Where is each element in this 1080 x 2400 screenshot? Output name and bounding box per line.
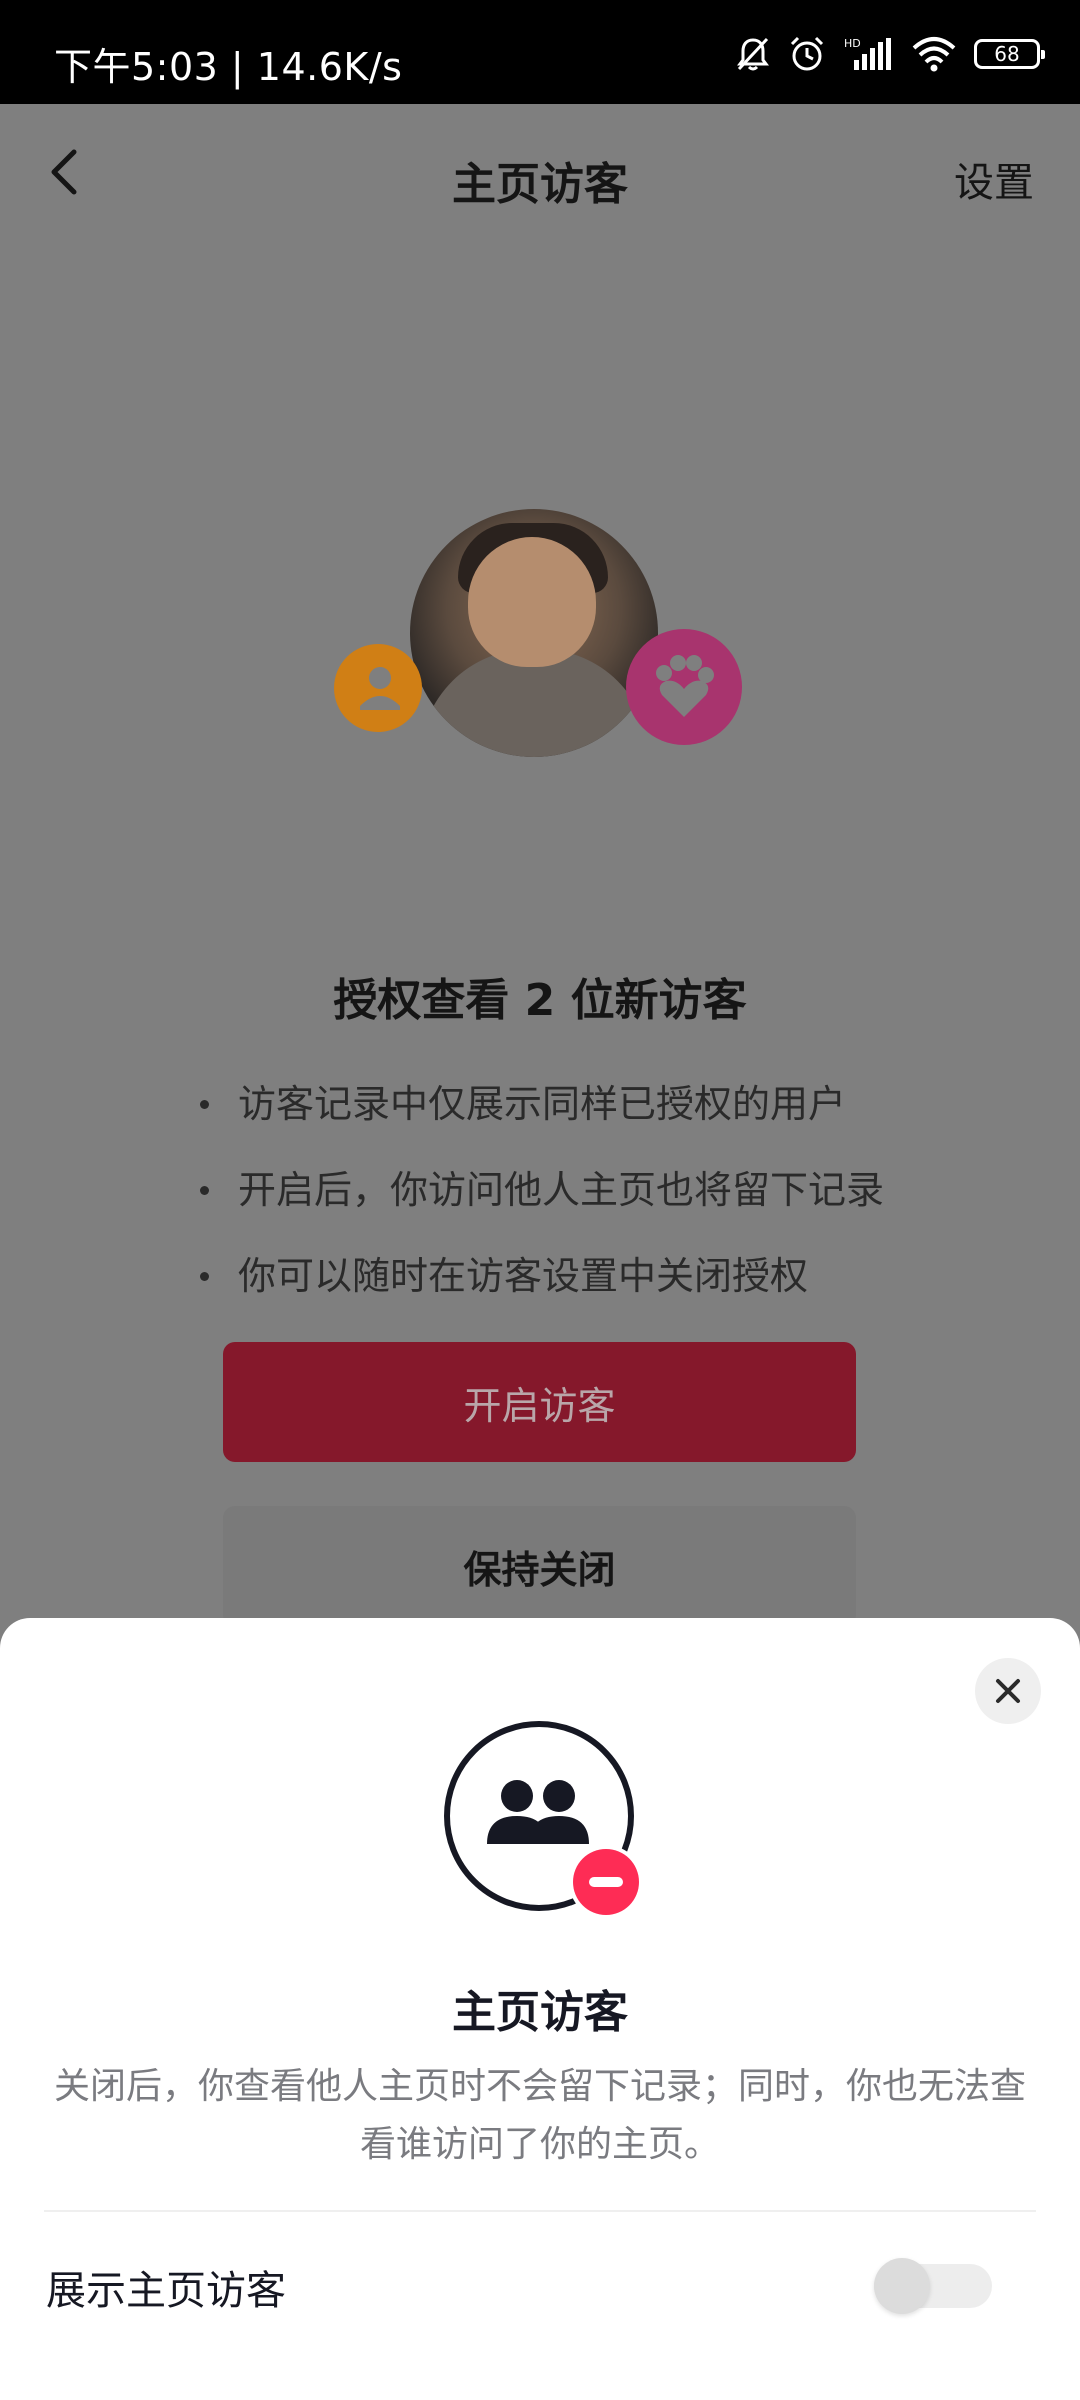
- auth-title: 授权查看 2 位新访客: [333, 975, 747, 1026]
- toggle-knob: [874, 2258, 930, 2314]
- user-badge-icon: [334, 644, 422, 732]
- show-visitors-toggle[interactable]: [874, 2258, 992, 2314]
- top-nav: 主页访客 设置: [0, 104, 1080, 244]
- list-item: 开启后，你访问他人主页也将留下记录: [200, 1160, 884, 1246]
- battery-icon: 68: [974, 39, 1045, 69]
- divider: [44, 2210, 1036, 2212]
- sheet-title: 主页访客: [452, 1987, 628, 2038]
- list-item: 你可以随时在访客设置中关闭授权: [200, 1246, 884, 1332]
- enable-visitors-button[interactable]: 开启访客: [223, 1342, 856, 1462]
- list-item: 访客记录中仅展示同样已授权的用户: [200, 1074, 884, 1160]
- show-visitors-label: 展示主页访客: [46, 2268, 286, 2314]
- status-bar: 下午5:03 | 14.6K/s HD 68: [0, 0, 1080, 104]
- wifi-icon: [912, 37, 956, 72]
- mute-bell-icon: [737, 37, 769, 71]
- avatar: [410, 509, 658, 757]
- alarm-icon: [790, 36, 824, 71]
- auth-bullet-list: 访客记录中仅展示同样已授权的用户 开启后，你访问他人主页也将留下记录 你可以随时…: [200, 1074, 884, 1332]
- visitors-disabled-icon: [443, 1720, 643, 1920]
- status-time-speed: 下午5:03 | 14.6K/s: [54, 45, 403, 89]
- keep-closed-button[interactable]: 保持关闭: [223, 1506, 856, 1626]
- page-title: 主页访客: [452, 159, 628, 210]
- sheet-description: 关闭后，你查看他人主页时不会留下记录；同时，你也无法查看谁访问了你的主页。: [53, 2066, 1026, 2165]
- svg-text:HD: HD: [844, 37, 861, 50]
- paw-heart-icon: [626, 629, 742, 745]
- close-button[interactable]: [975, 1658, 1041, 1724]
- settings-link[interactable]: 设置: [954, 150, 1034, 208]
- visitor-settings-sheet: 主页访客 关闭后，你查看他人主页时不会留下记录；同时，你也无法查看谁访问了你的主…: [0, 1618, 1080, 2400]
- status-icons: HD 68: [736, 34, 1045, 74]
- visitor-avatar-group: [334, 509, 744, 769]
- hd-signal-icon: HD: [844, 37, 891, 70]
- close-icon: [996, 1679, 1020, 1703]
